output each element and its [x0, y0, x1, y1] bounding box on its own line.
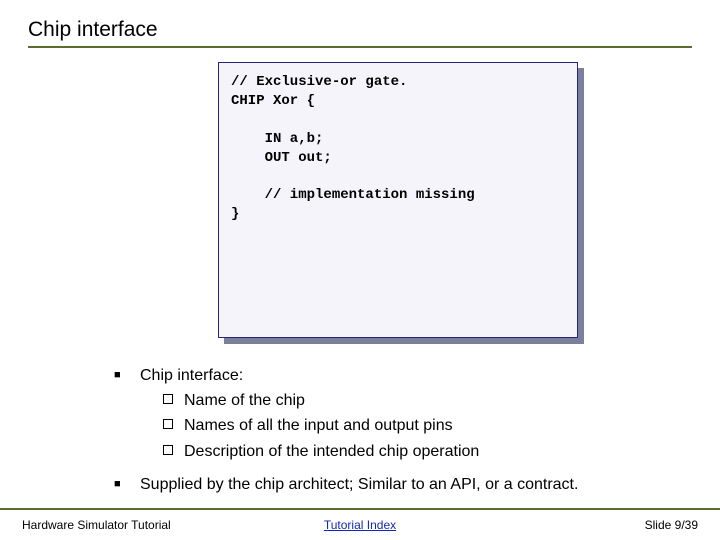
sub-list-item: Name of the chip [162, 389, 692, 412]
list-item: ■ Chip interface: Name of the chip Names… [114, 364, 692, 463]
square-bullet-icon: ■ [114, 478, 124, 490]
sub-list-item: Description of the intended chip operati… [162, 440, 692, 463]
hollow-square-icon [162, 444, 176, 458]
sub-item-text: Name of the chip [184, 389, 305, 412]
footer-right: Slide 9/39 [645, 518, 698, 532]
code-line: CHIP Xor { [231, 93, 315, 109]
code-line: OUT out; [231, 150, 332, 166]
code-line: // implementation missing [231, 187, 475, 203]
tutorial-index-link[interactable]: Tutorial Index [324, 518, 396, 532]
hollow-square-icon [162, 393, 176, 407]
bullet-list: ■ Chip interface: Name of the chip Names… [114, 364, 692, 496]
sub-item-text: Names of all the input and output pins [184, 414, 453, 437]
list-item-text: Chip interface: [140, 364, 692, 387]
code-line: } [231, 206, 239, 222]
list-item-text: Supplied by the chip architect; Similar … [140, 473, 692, 496]
page-title: Chip interface [28, 18, 692, 42]
code-block-container: // Exclusive-or gate. CHIP Xor { IN a,b;… [218, 62, 578, 338]
slide: Chip interface // Exclusive-or gate. CHI… [0, 0, 720, 540]
sub-item-text: Description of the intended chip operati… [184, 440, 479, 463]
list-item-content: Chip interface: Name of the chip Names o… [140, 364, 692, 463]
square-bullet-icon: ■ [114, 369, 124, 381]
hollow-square-icon [162, 418, 176, 432]
footer-left: Hardware Simulator Tutorial [22, 518, 171, 532]
list-item: ■ Supplied by the chip architect; Simila… [114, 473, 692, 496]
sub-list-item: Names of all the input and output pins [162, 414, 692, 437]
code-line: IN a,b; [231, 131, 323, 147]
footer: Hardware Simulator Tutorial Tutorial Ind… [0, 508, 720, 540]
code-line: // Exclusive-or gate. [231, 74, 407, 90]
code-block: // Exclusive-or gate. CHIP Xor { IN a,b;… [218, 62, 578, 338]
title-divider [28, 46, 692, 48]
